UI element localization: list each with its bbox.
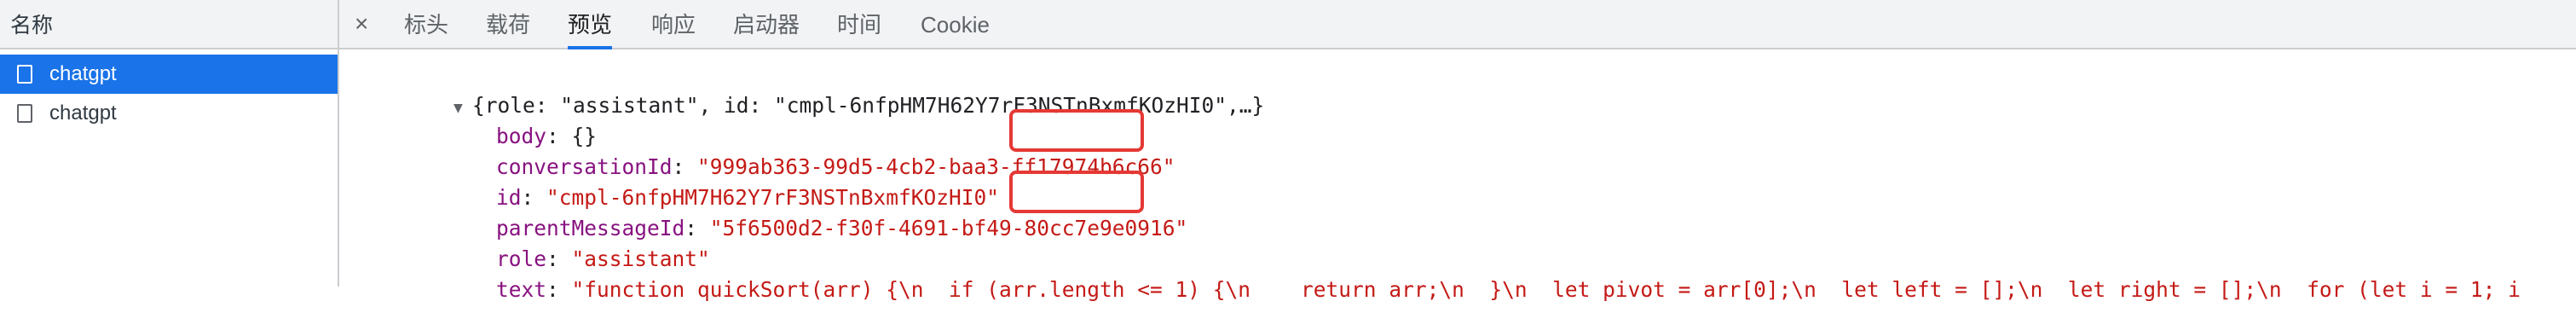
json-value: "function quickSort(arr) {\n if (arr.len… [571,277,2521,302]
highlight-conversation-id-suffix [1009,109,1144,152]
json-root-line[interactable]: ▼ {role: "assistant", id: "cmpl-6nfpHM7H6… [353,60,1264,118]
json-value: "5f6500d2-f30f-4691-bf49-80cc7e9e0916" [709,216,1188,240]
document-icon [17,65,32,84]
request-list-panel: 名称 chatgpt chatgpt [0,0,339,287]
name-column-header[interactable]: 名称 [0,0,338,49]
tab-payload[interactable]: 载荷 [486,0,530,48]
tab-cookies[interactable]: Cookie [921,0,990,48]
json-preview: ▼ {role: "assistant", id: "cmpl-6nfpHM7H6… [339,49,2576,302]
request-name: chatgpt [49,62,117,85]
request-row-chatgpt-selected[interactable]: chatgpt [0,55,338,94]
tab-preview[interactable]: 预览 [568,0,613,49]
details-tabbar: × 标头 载荷 预览 响应 启动器 时间 Cookie [339,0,2576,49]
request-name: chatgpt [49,101,117,125]
tab-initiator[interactable]: 启动器 [733,0,800,48]
tab-response[interactable]: 响应 [651,0,696,48]
document-icon [17,104,32,123]
json-field-text: text: "function quickSort(arr) {\n if (a… [496,277,2521,302]
close-icon[interactable]: × [355,10,368,38]
json-field-id: id: "cmpl-6nfpHM7H62Y7rF3NSTnBxmfKOzHI0" [496,185,1000,210]
request-row-chatgpt[interactable]: chatgpt [0,94,338,133]
devtools-network-panel: 名称 chatgpt chatgpt × 标头 载荷 预览 响应 启动器 时间 … [0,0,2576,302]
json-key: text [496,277,547,302]
json-field-body: body: {} [496,124,598,148]
json-field-role: role: "assistant" [496,246,710,271]
request-details-panel: × 标头 载荷 预览 响应 启动器 时间 Cookie ▼ {role: "ass… [339,0,2576,302]
highlight-parent-message-id-suffix [1009,171,1144,213]
name-column-label: 名称 [10,14,54,38]
tab-timing[interactable]: 时间 [837,0,881,48]
tab-headers[interactable]: 标头 [404,0,448,48]
